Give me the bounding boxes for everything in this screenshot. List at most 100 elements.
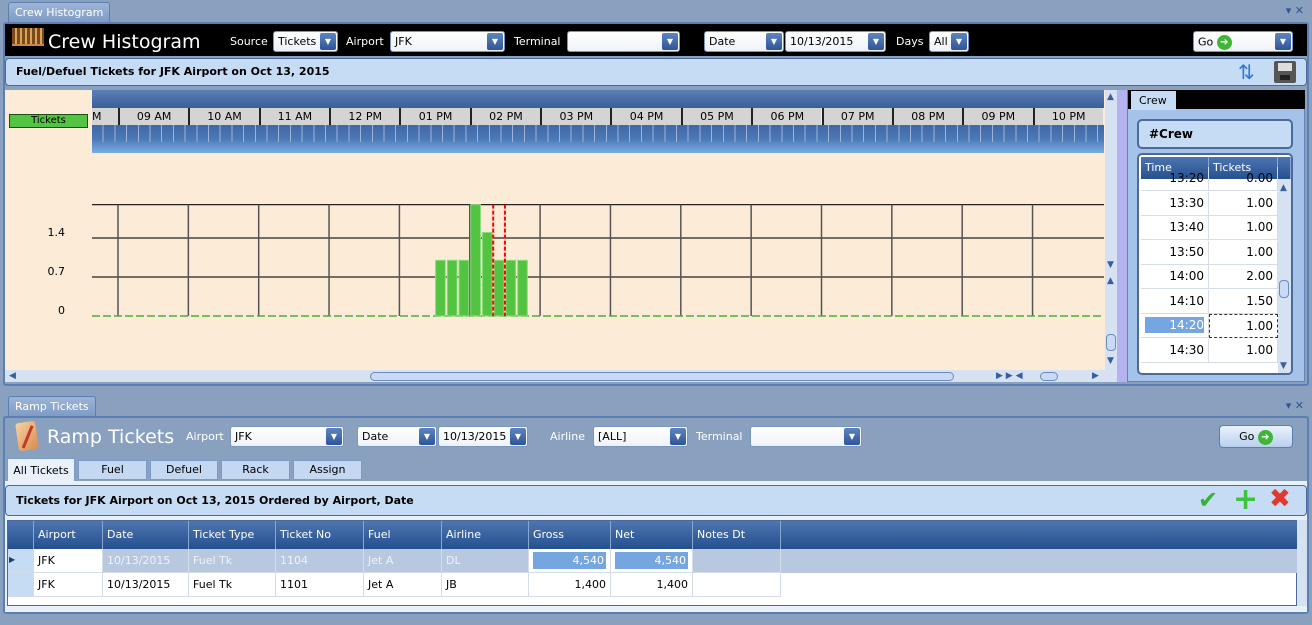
row-selector[interactable]: ▶ [8,549,34,573]
row-selector[interactable] [8,573,34,597]
grid-cell-date[interactable]: 10/13/2015 [103,573,189,597]
tab-defuel[interactable]: Defuel [150,460,218,480]
grid-cell-fuel[interactable]: Jet A [364,549,442,573]
scroll-right-icon[interactable]: ▶ [1092,371,1099,381]
chevron-down-icon[interactable]: ▼ [670,428,686,445]
crew-table: Time Tickets 13:20 0.00 13:30 1.00 13:40 1.00… [1137,153,1293,375]
selected-value: 4,540 [533,552,606,569]
scroll-right-icon[interactable]: ▶ ▶ ◀ [996,371,1023,381]
date-value: 10/13/2015 [443,430,507,443]
crew-row-time[interactable]: 13:20 [1141,167,1209,191]
grid-cell-ticket-type[interactable]: Fuel Tk [189,573,276,597]
column-header-filler [781,521,1298,549]
column-header[interactable]: Ticket Type [189,521,276,549]
column-header[interactable]: Date [103,521,189,549]
grid-cell-net[interactable]: 4,540 [611,549,693,573]
grid-cell-airline[interactable]: DL [442,549,529,573]
go-button[interactable]: Go ➔ [1219,425,1293,448]
go-select[interactable]: Go ➔ ▼ [1193,31,1293,52]
vertical-scroll-thumb[interactable] [1106,334,1116,351]
row-header-corner [8,521,34,549]
scroll-up-icon[interactable]: ▲ [1107,276,1114,286]
crew-row-tickets[interactable]: 1.50 [1209,289,1278,314]
scroll-up-icon[interactable]: ▲ [1107,92,1114,102]
crew-row-time[interactable]: 14:00 [1141,265,1209,289]
scroll-down-icon[interactable]: ▼ [1107,356,1114,366]
airline-label: Airline [550,430,585,443]
zoom-scroll-thumb[interactable] [1040,372,1058,381]
grid-cell-airline[interactable]: JB [442,573,529,597]
scroll-left-icon[interactable]: ◀ [9,371,16,381]
crew-row-tickets[interactable]: 1.00 [1209,191,1278,216]
date-mode-select[interactable]: Date ▼ [357,426,437,447]
chevron-down-icon[interactable]: ▼ [510,428,526,445]
grid-cell-airport[interactable]: JFK [34,549,103,573]
histogram-bar [458,259,470,317]
crew-row-time[interactable]: 13:50 [1141,240,1209,265]
crew-row-time[interactable]: 14:30 [1141,338,1209,363]
airport-select[interactable]: JFK ▼ [230,426,344,447]
delete-icon[interactable]: ✖ [1269,484,1291,514]
chevron-down-icon[interactable]: ▼ [419,428,435,445]
column-header[interactable]: Airline [442,521,529,549]
tab-crew[interactable]: Crew [1131,91,1176,110]
grid-cell-fuel[interactable]: Jet A [364,573,442,597]
panel-menu-icon[interactable]: ▾ ✕ [1286,4,1304,17]
histogram-bar [446,259,458,317]
scroll-down-icon[interactable]: ▼ [1107,260,1114,270]
grid-cell-net[interactable]: 1,400 [611,573,693,597]
crew-row-time[interactable]: 13:30 [1141,191,1209,216]
tab-fuel[interactable]: Fuel [78,460,147,480]
crew-row-tickets[interactable]: 1.00 [1209,240,1278,265]
crew-scrollbar[interactable] [1278,179,1291,373]
add-icon[interactable]: + [1233,482,1258,517]
column-header[interactable]: Airport [34,521,103,549]
chevron-down-icon[interactable]: ▼ [844,428,860,445]
airline-select[interactable]: [ALL] ▼ [593,426,688,447]
grid-cell-airport[interactable]: JFK [34,573,103,597]
crew-row-tickets[interactable]: 0.00 [1209,167,1278,191]
column-header[interactable]: Net [611,521,693,549]
grid-scrollbar[interactable] [1297,520,1307,606]
crew-row-tickets[interactable]: 1.00 [1209,314,1278,338]
crew-row-time[interactable]: 14:10 [1141,289,1209,314]
terminal-select[interactable]: ▼ [750,426,862,447]
vertical-scrollbar[interactable] [1105,90,1117,370]
grid-cell-date[interactable]: 10/13/2015 [103,549,189,573]
crew-row-tickets[interactable]: 1.00 [1209,338,1278,363]
scroll-up-icon[interactable]: ▲ [1280,183,1287,193]
grid-cell-gross[interactable]: 4,540 [529,549,611,573]
tab-rack[interactable]: Rack [221,460,290,480]
histogram-bar [435,259,446,317]
airport-label: Airport [186,430,224,443]
check-icon[interactable]: ✔ [1198,486,1218,514]
grid-cell-notes-dt[interactable] [693,549,781,573]
save-icon[interactable] [1274,61,1296,83]
chevron-down-icon[interactable]: ▼ [326,428,342,445]
tab-assign[interactable]: Assign [293,460,362,480]
tab-ramp-tickets[interactable]: Ramp Tickets [8,396,96,416]
column-header[interactable]: Ticket No [276,521,364,549]
grid-cell-notes-dt[interactable] [693,573,781,597]
tab-all-tickets[interactable]: All Tickets [7,458,75,482]
crew-row-time[interactable]: 14:20 [1141,314,1209,338]
grid-cell-ticket-no[interactable]: 1101 [276,573,364,597]
crew-row-tickets[interactable]: 2.00 [1209,265,1278,289]
horizontal-scroll-thumb[interactable] [370,372,954,381]
selected-value: 4,540 [615,552,688,569]
date-picker[interactable]: 10/13/2015 ▼ [438,426,528,447]
chevron-down-icon[interactable]: ▼ [1275,33,1291,50]
grid-cell-gross[interactable]: 1,400 [529,573,611,597]
grid-cell-ticket-type[interactable]: Fuel Tk [189,549,276,573]
splitter[interactable] [1117,90,1127,382]
crew-scroll-thumb[interactable] [1279,280,1289,298]
panel-menu-icon[interactable]: ▾ ✕ [1286,399,1304,412]
column-header[interactable]: Gross [529,521,611,549]
scroll-down-icon[interactable]: ▼ [1280,361,1287,371]
crew-row-tickets[interactable]: 1.00 [1209,216,1278,240]
refresh-icon[interactable]: ⇅ [1238,60,1255,84]
crew-row-time[interactable]: 13:40 [1141,216,1209,240]
column-header[interactable]: Fuel [364,521,442,549]
grid-cell-ticket-no[interactable]: 1104 [276,549,364,573]
column-header[interactable]: Notes Dt [693,521,781,549]
